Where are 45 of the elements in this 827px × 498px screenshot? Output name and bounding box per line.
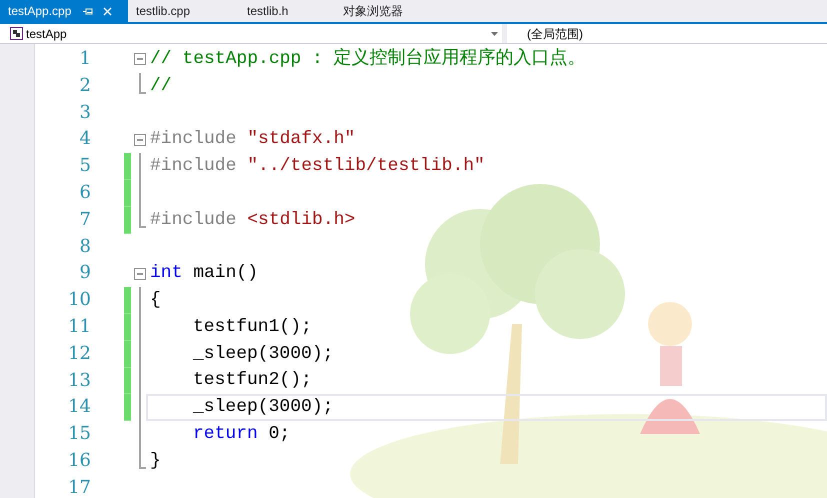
pin-icon[interactable] bbox=[83, 6, 94, 16]
code-line: int main() bbox=[150, 262, 258, 286]
line-number: 14 bbox=[67, 395, 91, 420]
scope-dropdown[interactable]: (全局范围) bbox=[507, 24, 827, 43]
collapse-icon[interactable] bbox=[134, 268, 146, 280]
line-number: 13 bbox=[67, 368, 91, 393]
line-number: 1 bbox=[78, 47, 91, 71]
code-line: // testApp.cpp : 定义控制台应用程序的入口点。 bbox=[150, 46, 586, 71]
caret-icon bbox=[491, 32, 498, 36]
collapse-icon[interactable] bbox=[134, 134, 146, 146]
code-line: } bbox=[150, 450, 161, 473]
code-line: // bbox=[150, 74, 172, 98]
collapse-icon[interactable] bbox=[134, 53, 146, 66]
line-number: 12 bbox=[67, 342, 91, 366]
close-icon[interactable] bbox=[103, 6, 112, 16]
code-line: _sleep(3000); bbox=[193, 396, 334, 420]
line-number: 3 bbox=[78, 100, 91, 125]
code-line: testfun1(); bbox=[193, 316, 312, 339]
project-dropdown[interactable]: testApp bbox=[0, 24, 502, 43]
line-number: 17 bbox=[67, 476, 91, 498]
code-line: { bbox=[150, 289, 161, 312]
code-line: #include "stdafx.h" bbox=[150, 128, 356, 152]
line-number: 10 bbox=[67, 288, 91, 312]
editor-tab[interactable]: testlib.h bbox=[239, 0, 335, 22]
line-number: 16 bbox=[67, 448, 91, 473]
line-number: 8 bbox=[78, 234, 91, 259]
line-number: 9 bbox=[78, 261, 91, 286]
project-name: testApp bbox=[26, 26, 68, 42]
code-line: _sleep(3000); bbox=[193, 342, 334, 366]
project-icon bbox=[10, 27, 23, 40]
line-number: 15 bbox=[67, 422, 91, 446]
line-number: 11 bbox=[67, 314, 91, 339]
code-line: #include "../testlib/testlib.h" bbox=[150, 155, 485, 178]
code-line: return 0; bbox=[193, 423, 290, 446]
editor-tab[interactable]: testApp.cpp bbox=[0, 0, 128, 22]
code-line: testfun2(); bbox=[193, 369, 312, 392]
line-number: 5 bbox=[78, 154, 91, 178]
line-number: 4 bbox=[78, 127, 91, 152]
scope-name: (全局范围) bbox=[527, 26, 583, 42]
code-line: #include <stdlib.h> bbox=[150, 208, 356, 232]
line-number: 6 bbox=[78, 180, 91, 205]
editor-tab[interactable]: testlib.cpp bbox=[128, 0, 239, 22]
line-number: 2 bbox=[78, 74, 91, 98]
editor-tab[interactable]: 对象浏览器 bbox=[335, 0, 455, 22]
line-number: 7 bbox=[78, 208, 91, 232]
